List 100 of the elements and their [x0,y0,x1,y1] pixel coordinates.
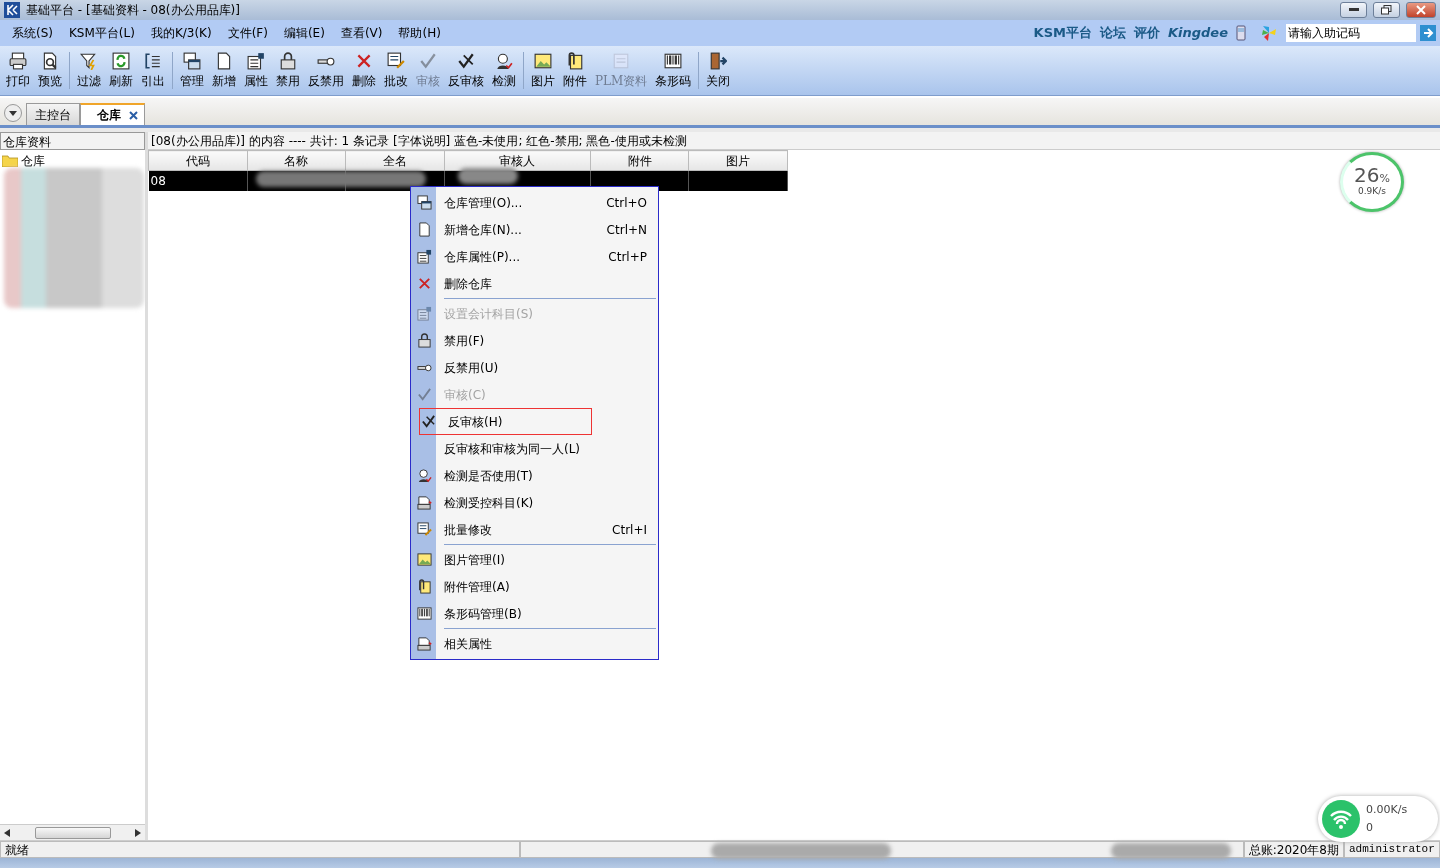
menu-item[interactable]: 批量修改 Ctrl+I [411,516,658,543]
close-button[interactable] [1406,2,1436,18]
toolbar-button[interactable]: 删除 [348,48,380,93]
menu-item[interactable]: 反审核(H) [419,408,592,435]
person-check-icon [495,51,513,70]
menu-item[interactable]: 附件管理(A) [411,573,658,600]
speed-text: 0.00K/s [1366,801,1408,818]
column-header[interactable]: 代码 [148,150,248,171]
menu-item[interactable]: 条形码管理(B) [411,600,658,627]
tree-item[interactable]: 仓库 [21,152,45,170]
menu-item[interactable]: 系统(S) [4,24,61,42]
toolbar-button[interactable]: 禁用 [272,48,304,93]
menu-item[interactable]: 删除仓库 [411,270,658,297]
minimize-icon [1348,8,1359,12]
document-icon [612,51,631,70]
close-icon[interactable] [129,110,138,120]
page-icon [215,51,233,70]
document-stamp-icon [416,495,432,510]
properties-icon [416,249,432,264]
percent-text: 26 [1354,163,1380,188]
menu-item[interactable]: 禁用(F) [411,327,658,354]
menu-item[interactable]: 反审核和审核为同一人(L) [411,435,658,462]
top-link[interactable]: KSM平台 [1033,23,1092,43]
menu-item[interactable]: 反禁用(U) [411,354,658,381]
column-header[interactable]: 名称 [247,150,346,171]
edit-icon [416,522,432,537]
scroll-right-icon[interactable] [135,829,141,837]
table-cell: 08 [148,170,248,191]
toolbar-button[interactable]: 批改 [380,48,412,93]
restore-button[interactable] [1373,2,1400,18]
mnemonic-field[interactable]: 请输入助记码 [1286,24,1416,42]
menu-item[interactable]: 文件(F) [219,24,276,42]
menu-item[interactable]: 检测受控科目(K) [411,489,658,516]
unit-text: % [1379,172,1390,186]
column-header[interactable]: 附件 [590,150,689,171]
menu-item[interactable]: 我的K/3(K) [142,24,220,42]
barcode-icon [416,606,432,621]
close-icon [1416,5,1426,15]
panel-title: 仓库资料 [0,132,145,150]
toolbar-button[interactable]: 条形码 [651,48,696,93]
properties-icon [416,306,432,321]
lock-icon [416,333,432,348]
menu-item[interactable]: 编辑(E) [275,24,333,42]
tab[interactable]: 主控台 [26,103,80,125]
toolbar-button[interactable]: 新增 [208,48,240,93]
menu-item[interactable]: 检测是否使用(T) [411,462,658,489]
tab[interactable]: 仓库 [80,103,145,125]
minimize-button[interactable] [1340,2,1367,18]
toolbar-button[interactable]: 引出 [137,48,169,93]
menu-item[interactable]: 新增仓库(N)... Ctrl+N [411,216,658,243]
windows-icon [183,51,201,70]
window-title: 基础平台 - [基础资料 - 08(办公用品库)] [26,2,240,19]
lock-icon [279,51,297,70]
column-header[interactable]: 全名 [345,150,445,171]
speed-text: 0.9K/s [1358,185,1386,199]
menu-item[interactable]: KSM平台(L) [61,24,143,42]
menu-item[interactable]: 仓库管理(O)... Ctrl+O [411,189,658,216]
scrollbar[interactable] [0,824,145,840]
menu-item[interactable]: 查看(V) [332,24,391,42]
toolbar-button[interactable]: 预览 [34,48,66,93]
printer-icon [9,51,27,70]
export-icon [144,51,162,70]
pinwheel-icon[interactable] [1260,24,1278,42]
redacted-area [458,168,518,184]
check-icon [416,387,432,402]
dropdown-button[interactable] [4,104,22,122]
toolbar-button[interactable]: 反审核 [444,48,488,93]
toolbar-button[interactable]: 反禁用 [304,48,348,93]
preview-icon [41,51,59,70]
menu-item[interactable]: 仓库属性(P)... Ctrl+P [411,243,658,270]
menu-item[interactable]: 图片管理(I) [411,546,658,573]
top-link[interactable]: 论坛 [1099,23,1126,43]
toolbar-button[interactable]: 检测 [488,48,520,93]
status-text: 总账:2020年8期 [1243,841,1344,858]
menu-item[interactable]: 帮助(H) [390,24,449,42]
menu-item[interactable]: 相关属性 [411,630,658,657]
toolbar-button[interactable]: 刷新 [105,48,137,93]
toolbar-button[interactable]: 打印 [2,48,34,93]
top-link[interactable]: 评价 [1133,23,1160,43]
picture-icon [534,51,552,70]
column-header[interactable]: 图片 [688,150,788,171]
column-header[interactable]: 审核人 [444,150,591,171]
toolbar-button[interactable]: 管理 [176,48,208,93]
brand-link[interactable]: Kingdee [1167,23,1228,43]
properties-icon [247,51,265,70]
toolbar-button[interactable]: 附件 [559,48,591,93]
count-text: 0 [1366,820,1374,836]
toolbar-button[interactable]: 属性 [240,48,272,93]
toolbar-button[interactable]: 过滤 [73,48,105,93]
status-text: 就绪 [0,841,520,858]
toolbar-button[interactable]: 关闭 [702,48,735,93]
page-icon [416,222,432,237]
windows-icon [416,195,432,210]
phone-icon[interactable] [1236,25,1246,41]
scroll-left-icon[interactable] [4,828,10,837]
app-logo-icon [4,2,20,18]
go-icon[interactable] [1420,25,1436,41]
toolbar-button[interactable]: 图片 [527,48,559,93]
cross-icon [416,276,432,291]
paperclip-icon [416,579,432,594]
